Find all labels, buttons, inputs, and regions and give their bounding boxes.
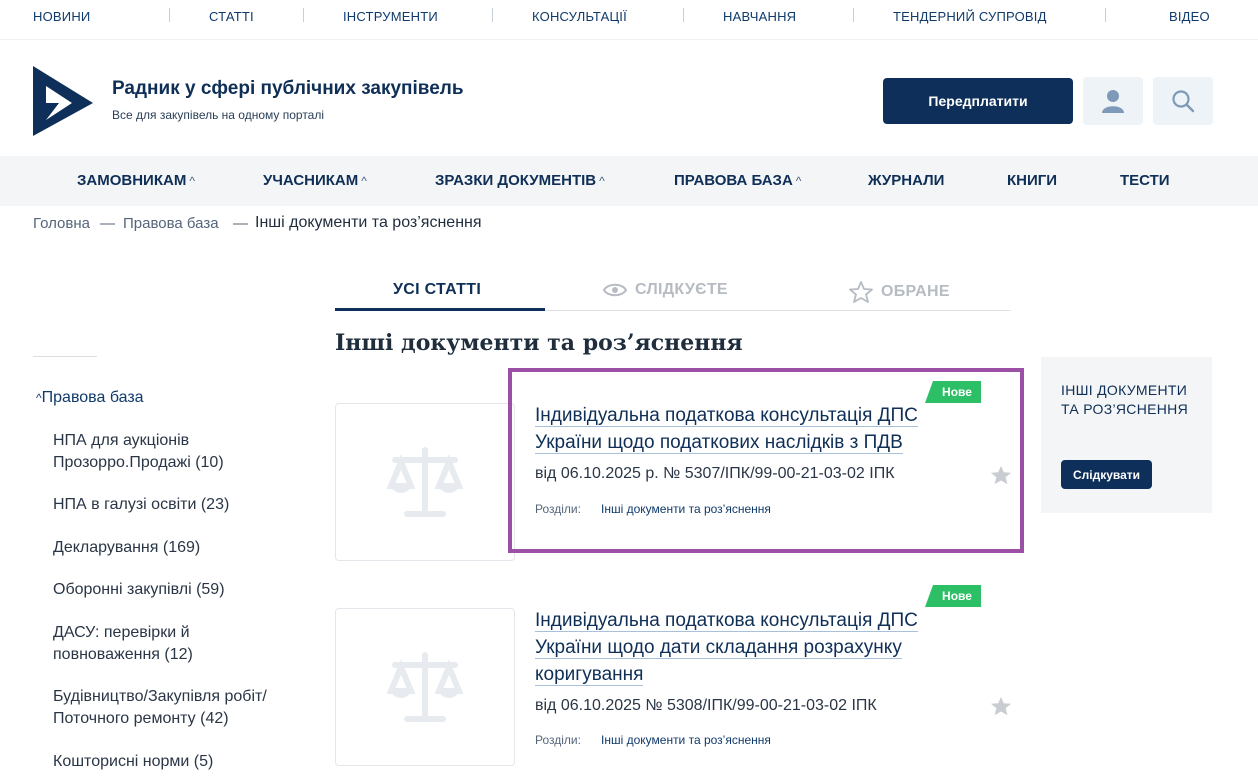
topnav-training[interactable]: НАВЧАННЯ (723, 9, 796, 24)
article-meta: від 06.10.2025 р. № 5307/ІПК/99-00-21-03… (535, 465, 895, 482)
topnav-divider (492, 8, 493, 22)
sidebar-item[interactable]: НПА для аукціонів Прозорро.Продажі (10) (53, 430, 313, 474)
chevron-up-icon: ^ (361, 174, 367, 188)
scales-icon (386, 652, 464, 722)
topnav-divider (169, 8, 170, 22)
menu-journals[interactable]: ЖУРНАЛИ (868, 172, 944, 189)
tab-label: СЛІДКУЄТЕ (635, 281, 728, 298)
top-nav: НОВИНИ СТАТТІ ІНСТРУМЕНТИ КОНСУЛЬТАЦІЇ Н… (0, 0, 1258, 40)
new-badge: Нове (925, 381, 981, 403)
menu-document-samples[interactable]: ЗРАЗКИ ДОКУМЕНТІВ ^ (435, 172, 605, 189)
sidebar-item[interactable]: ДАСУ: перевірки й повноваження (12) (53, 622, 253, 666)
eye-icon (603, 283, 627, 297)
article-section-link[interactable]: Інші документи та роз’яснення (601, 502, 771, 516)
article-title-text: Індивідуальна податкова консультація ДПС… (535, 405, 918, 454)
sidebar-item[interactable]: Декларування (169) (53, 537, 313, 559)
section-title: Інші документи та роз’яснення (335, 330, 743, 356)
chevron-up-icon: ^ (599, 174, 605, 188)
search-icon (1172, 90, 1195, 113)
tab-all-articles[interactable]: УСІ СТАТТІ (393, 281, 481, 299)
chevron-up-icon: ^ (189, 174, 195, 188)
breadcrumb-current: Інші документи та роз’яснення (255, 214, 482, 231)
active-tab-indicator (335, 308, 545, 311)
topnav-divider (1105, 8, 1106, 22)
new-badge: Нове (925, 585, 981, 607)
subscribe-button[interactable]: Передплатити (883, 78, 1073, 124)
follow-button[interactable]: Слідкувати (1061, 460, 1152, 489)
topnav-divider (683, 8, 684, 22)
menu-legal-base[interactable]: ПРАВОВА БАЗА ^ (674, 172, 801, 189)
article-meta: від 06.10.2025 № 5308/ІПК/99-00-21-03-02… (535, 697, 877, 714)
sidebar-divider (33, 356, 97, 357)
breadcrumb-separator: — (233, 215, 248, 232)
menu-customers[interactable]: ЗАМОВНИКАМ ^ (77, 172, 195, 189)
tab-following[interactable]: СЛІДКУЄТЕ (603, 281, 728, 299)
menu-books[interactable]: КНИГИ (1007, 172, 1057, 189)
site-title[interactable]: Радник у сфері публічних закупівель (112, 78, 464, 100)
chevron-up-icon: ^ (795, 174, 802, 188)
article-thumbnail[interactable] (335, 608, 515, 766)
topnav-news[interactable]: НОВИНИ (33, 9, 90, 24)
follow-box: ІНШІ ДОКУМЕНТИ ТА РОЗ’ЯСНЕННЯ Слідкувати (1041, 357, 1212, 513)
breadcrumb-legal-base[interactable]: Правова база (123, 215, 219, 232)
menu-tests[interactable]: ТЕСТИ (1120, 172, 1170, 189)
sidebar-head-label: Правова база (41, 389, 144, 406)
breadcrumb-home[interactable]: Головна (33, 215, 90, 232)
topnav-articles[interactable]: СТАТТІ (209, 9, 254, 24)
sidebar-item[interactable]: Кошторисні норми (5) (53, 751, 313, 773)
follow-box-title: ІНШІ ДОКУМЕНТИ ТА РОЗ’ЯСНЕННЯ (1061, 382, 1189, 417)
topnav-divider (853, 8, 854, 22)
sidebar-head-legal-base[interactable]: ^Правова база (36, 389, 144, 407)
article-title[interactable]: Індивідуальна податкова консультація ДПС… (535, 402, 965, 456)
sidebar-item[interactable]: Оборонні закупівлі (59) (53, 579, 313, 601)
main-menu: ЗАМОВНИКАМ ^ УЧАСНИКАМ ^ ЗРАЗКИ ДОКУМЕНТІВ… (0, 156, 1258, 206)
sections-label: Розділи: (535, 502, 581, 516)
topnav-tender-support[interactable]: ТЕНДЕРНИЙ СУПРОВІД (893, 9, 1047, 24)
topnav-video[interactable]: ВІДЕО (1169, 9, 1210, 24)
account-button[interactable] (1083, 77, 1143, 125)
star-icon[interactable] (990, 464, 1012, 486)
search-button[interactable] (1153, 77, 1213, 125)
article-title-text: Індивідуальна податкова консультація ДПС… (535, 610, 918, 686)
logo-icon[interactable] (33, 66, 93, 136)
sidebar-item[interactable]: НПА в галузі освіти (23) (53, 494, 313, 516)
star-outline-icon (849, 281, 873, 303)
tab-label: УСІ СТАТТІ (393, 281, 482, 298)
tab-favorites[interactable]: ОБРАНЕ (849, 281, 950, 303)
sections-label: Розділи: (535, 733, 581, 747)
sidebar-item[interactable]: Будівництво/Закупівля робіт/ Поточного р… (53, 686, 308, 730)
scales-icon (386, 447, 464, 517)
star-icon[interactable] (990, 695, 1012, 717)
article-section-link[interactable]: Інші документи та роз’яснення (601, 733, 771, 747)
topnav-consultations[interactable]: КОНСУЛЬТАЦІЇ (532, 9, 627, 24)
topnav-tools[interactable]: ІНСТРУМЕНТИ (343, 9, 438, 24)
topnav-divider (303, 8, 304, 22)
site-subtitle: Все для закупівель на одному порталі (112, 108, 325, 122)
user-icon (1102, 90, 1124, 113)
menu-participants[interactable]: УЧАСНИКАМ ^ (263, 172, 367, 189)
article-thumbnail[interactable] (335, 403, 515, 561)
breadcrumb-separator: — (100, 215, 115, 232)
article-title[interactable]: Індивідуальна податкова консультація ДПС… (535, 607, 965, 688)
tab-label: ОБРАНЕ (881, 283, 950, 300)
